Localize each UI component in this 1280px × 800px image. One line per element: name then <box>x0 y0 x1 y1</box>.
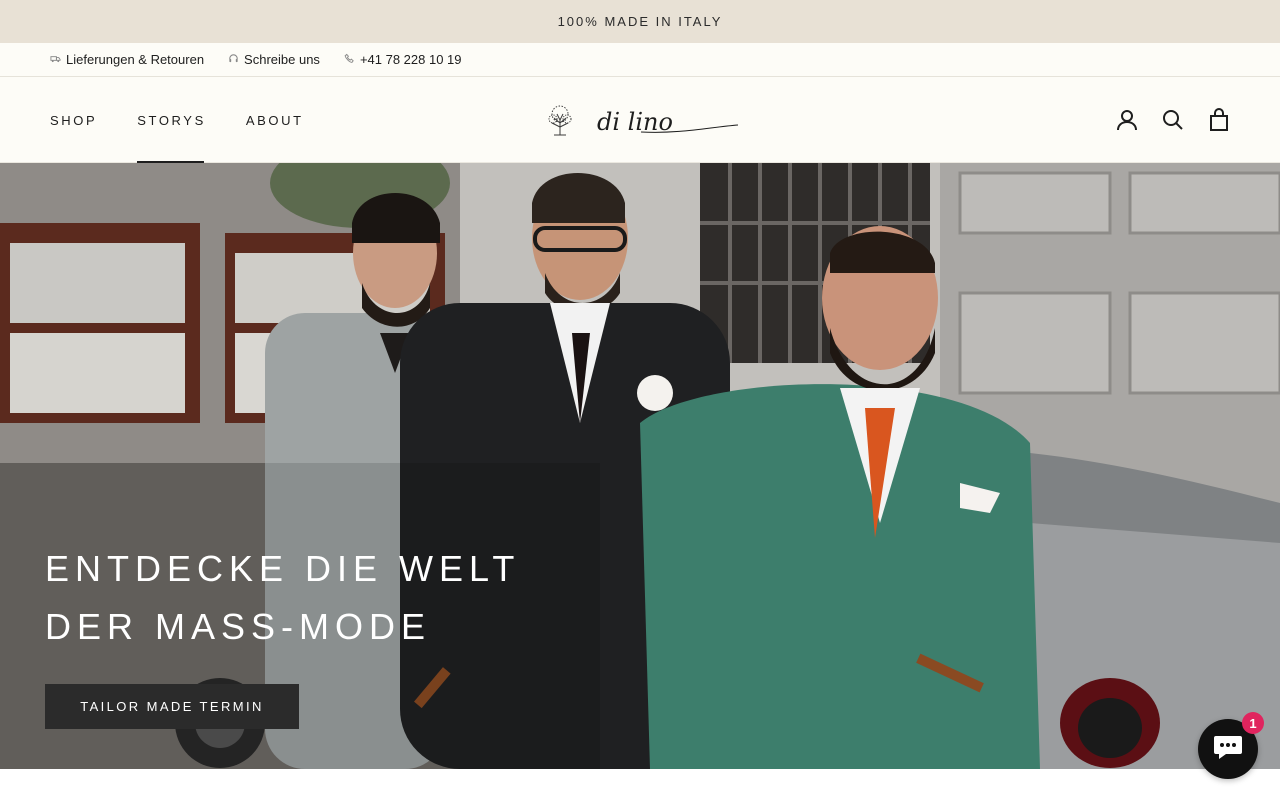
nav-item-shop[interactable]: SHOP <box>50 77 97 163</box>
headset-icon <box>228 52 239 67</box>
cart-icon[interactable] <box>1206 107 1232 133</box>
chat-notification-badge: 1 <box>1242 712 1264 734</box>
content-below <box>0 769 1280 800</box>
info-bar: Lieferungen & Retouren Schreibe uns +41 … <box>0 43 1280 77</box>
hero-title-line1: ENTDECKE DIE WELT <box>45 548 521 589</box>
hero-banner <box>0 163 1280 769</box>
account-icon[interactable] <box>1114 107 1140 133</box>
hero-title: ENTDECKE DIE WELT DER MASS-MODE <box>45 540 520 656</box>
tailor-made-button[interactable]: TAILOR MADE TERMIN <box>45 684 299 729</box>
header-icons <box>1114 77 1232 163</box>
info-link-contact-label: Schreibe uns <box>244 52 320 67</box>
info-link-delivery-label: Lieferungen & Retouren <box>66 52 205 67</box>
announcement-bar: 100% MADE IN ITALY <box>0 0 1280 43</box>
main-nav: SHOP STORYS ABOUT <box>50 77 344 163</box>
info-link-delivery[interactable]: Lieferungen & Retouren <box>50 52 204 67</box>
info-link-contact[interactable]: Schreibe uns <box>228 52 320 67</box>
search-icon[interactable] <box>1160 107 1186 133</box>
hero-title-line2: DER MASS-MODE <box>45 606 432 647</box>
site-header: SHOP STORYS ABOUT di lino <box>0 77 1280 163</box>
info-link-phone-label: +41 78 228 10 19 <box>359 52 462 67</box>
info-link-phone[interactable]: +41 78 228 10 19 <box>344 52 462 67</box>
nav-item-storys[interactable]: STORYS <box>137 77 206 163</box>
tree-icon <box>548 105 572 136</box>
announcement-text: 100% MADE IN ITALY <box>557 14 723 29</box>
nav-item-about[interactable]: ABOUT <box>246 77 304 163</box>
site-logo[interactable]: di lino <box>541 101 741 141</box>
phone-icon <box>344 52 355 67</box>
truck-icon <box>50 52 61 67</box>
chat-icon <box>1212 733 1244 766</box>
hero-photo <box>0 163 1280 769</box>
